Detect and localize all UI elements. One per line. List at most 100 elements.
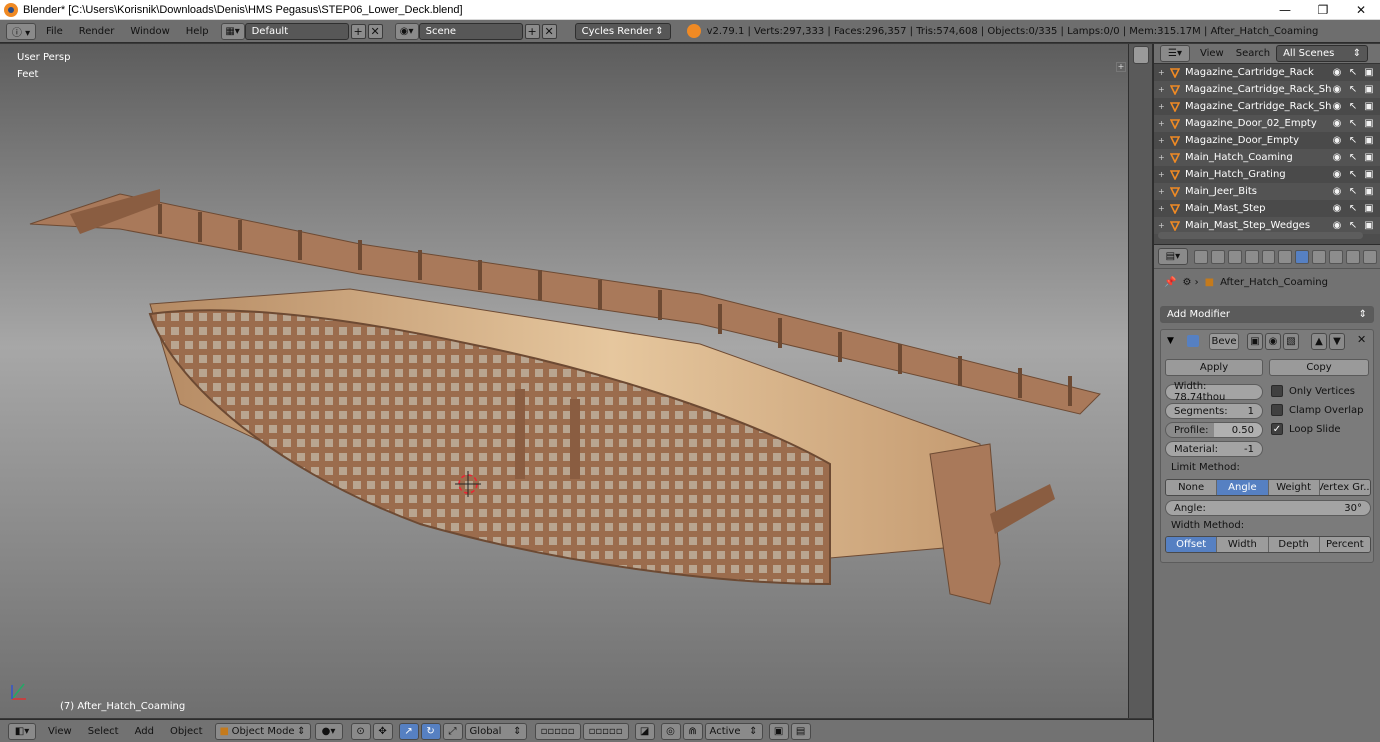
tab-object[interactable] <box>1261 249 1276 264</box>
cursor-select-icon[interactable]: ↖ <box>1347 67 1359 78</box>
outliner-display-select[interactable]: All Scenes ⇕ <box>1276 45 1369 62</box>
bevel-width-field[interactable]: Width: 78.74thou <box>1165 381 1263 403</box>
maximize-button[interactable]: ❐ <box>1304 0 1342 20</box>
layout-remove-button[interactable]: ✕ <box>367 23 383 39</box>
expand-icon[interactable]: + <box>1158 119 1168 128</box>
expand-icon[interactable]: + <box>1158 187 1168 196</box>
width-method-percent[interactable]: Percent <box>1319 537 1370 552</box>
outliner-item[interactable]: + Magazine_Cartridge_Rack_She ◉ ↖ ▣ <box>1154 98 1380 115</box>
camera-icon[interactable]: ▣ <box>1363 135 1375 146</box>
pin-icon[interactable]: 📌 <box>1164 277 1176 288</box>
snap-target-select[interactable]: Active ⇕ <box>704 722 763 740</box>
eye-icon[interactable]: ◉ <box>1331 101 1343 112</box>
outliner-menu-search[interactable]: Search <box>1236 48 1270 59</box>
expand-icon[interactable]: + <box>1158 102 1168 111</box>
copy-button[interactable]: Copy <box>1269 359 1369 376</box>
outliner-item[interactable]: + Magazine_Cartridge_Rack_She ◉ ↖ ▣ <box>1154 81 1380 98</box>
layout-add-button[interactable]: + <box>350 23 366 39</box>
outliner-item[interactable]: + Magazine_Door_02_Empty ◉ ↖ ▣ <box>1154 115 1380 132</box>
snap-button[interactable]: ⋒ <box>682 722 703 740</box>
scene-remove-button[interactable]: ✕ <box>541 23 557 39</box>
outliner-item[interactable]: + Main_Hatch_Grating ◉ ↖ ▣ <box>1154 166 1380 183</box>
scale-manipulator[interactable]: ⤢ <box>442 722 463 740</box>
render-opengl-button[interactable]: ▣ <box>768 722 789 740</box>
expand-icon[interactable]: + <box>1158 153 1168 162</box>
editor-separator[interactable] <box>1128 44 1153 718</box>
tab-constraints[interactable] <box>1278 249 1293 264</box>
move-up-button[interactable]: ▲ <box>1311 333 1327 350</box>
camera-icon[interactable]: ▣ <box>1363 220 1375 231</box>
bevel-segments-field[interactable]: Segments: 1 <box>1165 403 1263 419</box>
bevel-material-field[interactable]: Material: -1 <box>1165 441 1263 457</box>
tab-data[interactable] <box>1312 249 1327 264</box>
outliner-scrollbar[interactable] <box>1158 232 1363 239</box>
camera-icon[interactable]: ▣ <box>1363 84 1375 95</box>
show-render-toggle[interactable]: ▣ <box>1247 333 1263 350</box>
minimize-button[interactable]: — <box>1266 0 1304 20</box>
clamp-overlap-checkbox[interactable]: Clamp Overlap <box>1271 404 1363 416</box>
tab-world[interactable] <box>1244 249 1259 264</box>
only-vertices-checkbox[interactable]: Only Vertices <box>1271 385 1355 397</box>
expand-icon[interactable]: + <box>1158 68 1168 77</box>
expand-icon[interactable]: + <box>1158 204 1168 213</box>
outliner-item[interactable]: + Main_Jeer_Bits ◉ ↖ ▣ <box>1154 183 1380 200</box>
expand-icon[interactable]: + <box>1158 221 1168 230</box>
camera-icon[interactable]: ▣ <box>1363 67 1375 78</box>
3d-viewport[interactable]: User Persp Feet (7) After_Hatch_Coaming … <box>0 44 1128 718</box>
shading-select[interactable]: ●▾ <box>314 722 343 740</box>
outliner-item[interactable]: + Magazine_Door_Empty ◉ ↖ ▣ <box>1154 132 1380 149</box>
limit-method-weight[interactable]: Weight <box>1268 480 1320 495</box>
outliner-item[interactable]: + Main_Hatch_Coaming ◉ ↖ ▣ <box>1154 149 1380 166</box>
lock-layers-button[interactable]: ◪ <box>634 722 655 740</box>
apply-button[interactable]: Apply <box>1165 359 1263 376</box>
menu-view[interactable]: View <box>48 726 72 737</box>
mode-select[interactable]: ■ Object Mode ⇕ <box>214 722 311 740</box>
menu-add[interactable]: Add <box>135 726 154 737</box>
render-engine-select[interactable]: Cycles Render ⇕ <box>574 22 671 40</box>
modifier-name-field[interactable]: Beve <box>1209 333 1239 350</box>
move-down-button[interactable]: ▼ <box>1329 333 1345 350</box>
cursor-select-icon[interactable]: ↖ <box>1347 118 1359 129</box>
cursor-select-icon[interactable]: ↖ <box>1347 135 1359 146</box>
eye-icon[interactable]: ◉ <box>1331 186 1343 197</box>
close-button[interactable]: ✕ <box>1342 0 1380 20</box>
layout-browse-button[interactable]: ▦▾ <box>220 22 245 40</box>
show-viewport-toggle[interactable]: ◉ <box>1265 333 1281 350</box>
camera-icon[interactable]: ▣ <box>1363 101 1375 112</box>
width-method-depth[interactable]: Depth <box>1268 537 1320 552</box>
outliner-item[interactable]: + Main_Mast_Step ◉ ↖ ▣ <box>1154 200 1380 217</box>
camera-icon[interactable]: ▣ <box>1363 152 1375 163</box>
scene-name-field[interactable]: Scene <box>418 22 523 40</box>
cursor-select-icon[interactable]: ↖ <box>1347 203 1359 214</box>
scene-add-button[interactable]: + <box>524 23 540 39</box>
rotate-manipulator[interactable]: ↻ <box>420 722 441 740</box>
outliner-item[interactable]: + Magazine_Cartridge_Rack ◉ ↖ ▣ <box>1154 64 1380 81</box>
expand-icon[interactable]: + <box>1158 85 1168 94</box>
eye-icon[interactable]: ◉ <box>1331 135 1343 146</box>
limit-method-angle[interactable]: Angle <box>1217 480 1269 495</box>
editor-type-3d-button[interactable]: ◧▾ <box>8 722 36 740</box>
tab-material[interactable] <box>1329 249 1344 264</box>
eye-icon[interactable]: ◉ <box>1331 169 1343 180</box>
menu-select[interactable]: Select <box>88 726 119 737</box>
pivot-point-button[interactable]: ⊙ <box>350 722 371 740</box>
menu-help[interactable]: Help <box>186 26 209 37</box>
translate-manipulator[interactable]: ↗ <box>398 722 419 740</box>
proportional-edit-button[interactable]: ◎ <box>660 722 681 740</box>
manipulator-toggle[interactable]: ✥ <box>372 722 393 740</box>
tab-texture[interactable] <box>1346 249 1361 264</box>
cursor-select-icon[interactable]: ↖ <box>1347 169 1359 180</box>
layout-name-field[interactable]: Default <box>244 22 349 40</box>
loop-slide-checkbox[interactable]: ✓ Loop Slide <box>1271 423 1341 435</box>
camera-icon[interactable]: ▣ <box>1363 203 1375 214</box>
layers-row-1[interactable]: ▫▫▫▫▫ <box>534 722 581 740</box>
collapse-triangle-icon[interactable]: ▼ <box>1167 336 1174 346</box>
remove-modifier-icon[interactable]: ✕ <box>1357 333 1366 346</box>
scene-browse-button[interactable]: ◉▾ <box>394 22 419 40</box>
width-method-width[interactable]: Width <box>1217 537 1269 552</box>
cursor-select-icon[interactable]: ↖ <box>1347 101 1359 112</box>
eye-icon[interactable]: ◉ <box>1331 203 1343 214</box>
camera-icon[interactable]: ▣ <box>1363 118 1375 129</box>
cursor-select-icon[interactable]: ↖ <box>1347 186 1359 197</box>
add-modifier-select[interactable]: Add Modifier ⇕ <box>1160 306 1374 323</box>
